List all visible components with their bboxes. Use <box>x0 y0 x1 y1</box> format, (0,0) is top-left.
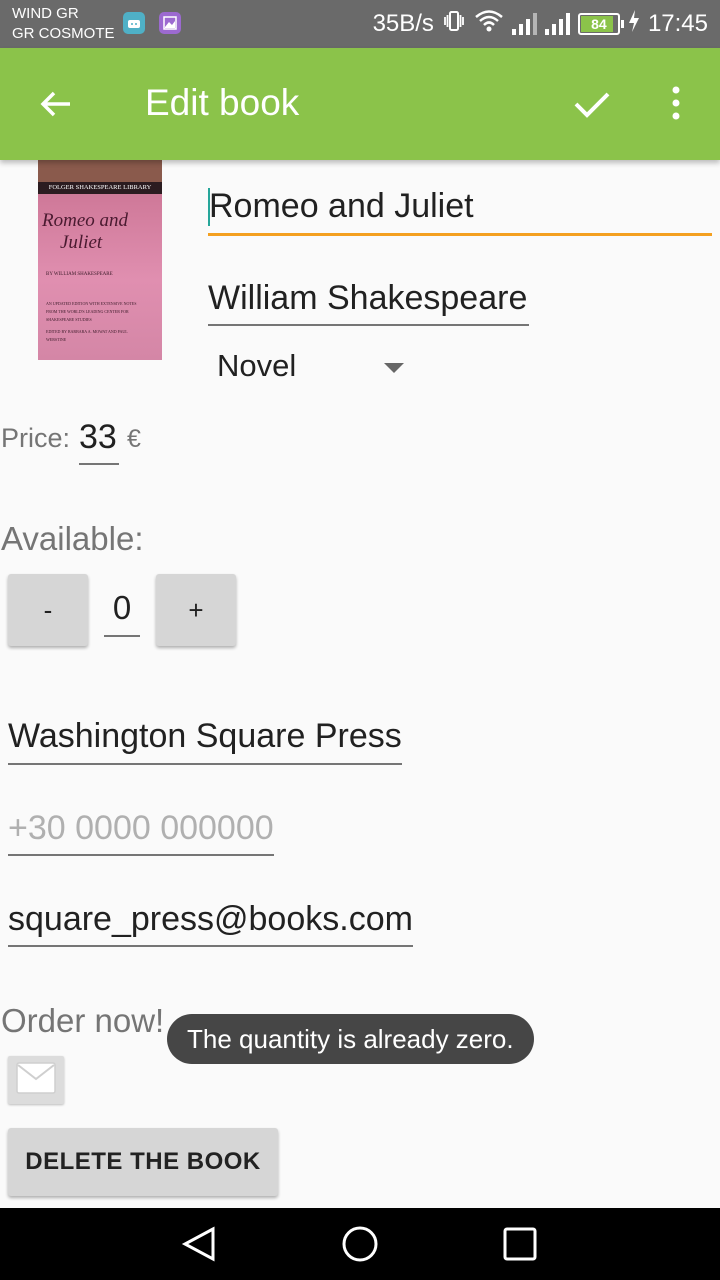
wifi-icon <box>474 9 504 40</box>
app-bar: Edit book <box>0 48 720 160</box>
email-value: square_press@books.com <box>8 900 413 938</box>
signal-icon <box>544 13 570 35</box>
dropdown-caret-icon[interactable] <box>384 363 404 373</box>
phone-input[interactable]: +30 0000 000000 <box>8 808 274 856</box>
title-value: Romeo and Juliet <box>209 187 474 225</box>
author-value: William Shakespeare <box>208 279 528 317</box>
decrease-quantity-button[interactable]: - <box>8 574 88 646</box>
publisher-input[interactable]: Washington Square Press <box>8 716 402 765</box>
battery-icon: 84 <box>577 13 624 35</box>
quantity-input[interactable]: 0 <box>104 589 140 637</box>
cover-blurb: AN UPDATED EDITION WITH EXTENSIVE NOTES … <box>46 300 146 344</box>
carrier-info: WIND GR GR COSMOTE <box>12 4 115 44</box>
check-icon[interactable] <box>572 84 612 124</box>
title-input[interactable]: Romeo and Juliet <box>208 186 712 236</box>
cover-blurb-text: AN UPDATED EDITION WITH EXTENSIVE NOTES … <box>46 301 137 322</box>
order-email-button[interactable] <box>8 1056 64 1104</box>
back-triangle-icon[interactable] <box>180 1224 220 1264</box>
genre-spinner[interactable]: Novel <box>217 348 296 384</box>
clock: 17:45 <box>647 10 708 37</box>
cover-top-band <box>38 160 162 182</box>
author-input[interactable]: William Shakespeare <box>208 278 530 326</box>
battery-level: 84 <box>591 16 607 32</box>
delete-book-button[interactable]: DELETE THE BOOK <box>8 1128 278 1196</box>
home-circle-icon[interactable] <box>340 1224 380 1264</box>
android-app-icon <box>123 12 145 34</box>
carrier-line-2: GR COSMOTE <box>12 25 115 42</box>
publisher-value: Washington Square Press <box>8 717 402 755</box>
signal-icon <box>511 13 537 35</box>
page-title: Edit book <box>145 82 300 123</box>
phone-placeholder: +30 0000 000000 <box>8 809 274 847</box>
cover-library: FOLGER SHAKESPEARE LIBRARY <box>38 182 162 194</box>
charging-icon <box>628 9 640 40</box>
net-speed: 35B/s <box>372 10 434 37</box>
navigation-bar <box>0 1208 720 1280</box>
text-cursor <box>208 188 210 226</box>
status-bar: WIND GR GR COSMOTE 35B/s 84 17:45 <box>0 0 720 48</box>
more-vert-icon[interactable] <box>660 84 692 124</box>
cover-title: Romeo and Juliet <box>42 210 128 254</box>
cover-title-line-2: Juliet <box>60 232 103 253</box>
price-label: Price: <box>1 423 71 453</box>
book-cover-image[interactable]: FOLGER SHAKESPEARE LIBRARY Romeo and Jul… <box>38 160 162 360</box>
cover-editors: EDITED BY BARBARA A. MOWAT AND PAUL WERS… <box>46 329 128 342</box>
price-input[interactable]: 33 <box>79 418 119 465</box>
envelope-icon <box>16 1062 56 1098</box>
gallery-app-icon <box>159 12 181 34</box>
recents-square-icon[interactable] <box>500 1224 540 1264</box>
cover-author: BY WILLIAM SHAKESPEARE <box>46 272 113 277</box>
toast-message: The quantity is already zero. <box>167 1014 534 1064</box>
vibrate-icon <box>442 9 466 40</box>
carrier-line-1: WIND GR <box>12 5 79 22</box>
increase-quantity-button[interactable]: + <box>156 574 236 646</box>
currency-symbol: € <box>127 425 141 453</box>
order-label: Order now! <box>1 1002 165 1039</box>
status-icons: 35B/s 84 17:45 <box>373 0 708 48</box>
back-arrow-icon[interactable] <box>36 84 76 124</box>
email-input[interactable]: square_press@books.com <box>8 899 413 947</box>
available-label: Available: <box>1 520 144 557</box>
cover-title-line-1: Romeo and <box>42 210 129 231</box>
